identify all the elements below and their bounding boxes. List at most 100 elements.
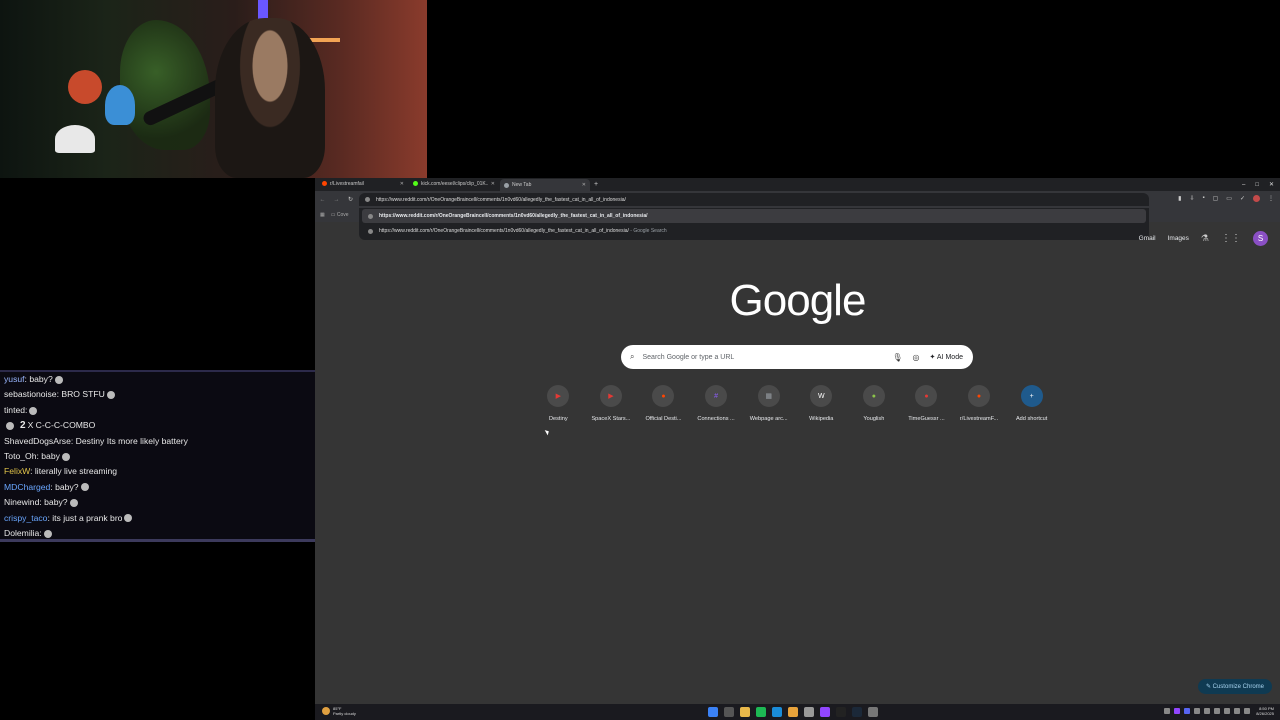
shortcut-label: Destiny bbox=[548, 416, 568, 422]
start-icon[interactable] bbox=[708, 707, 718, 717]
customize-chrome-button[interactable]: ✎ Customize Chrome bbox=[1197, 679, 1272, 694]
shortcut-tile[interactable]: ▦ Webpage arc... bbox=[742, 385, 795, 422]
tab-close-icon[interactable]: ✕ bbox=[582, 182, 586, 188]
chat-username[interactable]: sebastionoise bbox=[4, 389, 57, 399]
emote-icon bbox=[6, 421, 14, 430]
shortcut-favicon-icon: ● bbox=[652, 385, 675, 407]
chat-username[interactable]: FelixW bbox=[4, 466, 30, 476]
back-icon[interactable]: ← bbox=[319, 197, 326, 203]
shortcut-tile[interactable]: # Connections ... bbox=[690, 385, 743, 422]
tab-close-icon[interactable]: ✕ bbox=[400, 181, 404, 187]
tray-app-icon[interactable] bbox=[1174, 708, 1180, 714]
tray-chevron-icon[interactable] bbox=[1164, 708, 1170, 714]
search-box[interactable]: ⌕ Search Google or type a URL 🎙 ◎ ✦ AI M… bbox=[621, 345, 973, 369]
omnibox-suggestion[interactable]: https://www.reddit.com/r/OneOrangeBrainc… bbox=[362, 224, 1146, 238]
cast-icon[interactable]: ▭ bbox=[1226, 195, 1232, 202]
add-shortcut-button[interactable]: + Add shortcut bbox=[1005, 385, 1058, 422]
steam-icon[interactable] bbox=[852, 707, 862, 717]
edge-icon[interactable] bbox=[772, 707, 782, 717]
chat-username[interactable]: Dolemilia bbox=[4, 528, 39, 538]
notepad-icon[interactable] bbox=[868, 707, 878, 717]
bookmark-folder[interactable]: ▭ Cove bbox=[331, 212, 349, 218]
chat-text: : bbox=[39, 527, 42, 538]
clock[interactable]: 8:50 PM 8/26/2025 bbox=[1256, 706, 1274, 716]
site-info-icon[interactable] bbox=[365, 197, 370, 202]
chat-username[interactable]: ShavedDogsArse bbox=[4, 436, 71, 446]
download-icon[interactable]: ⇩ bbox=[1189, 195, 1194, 202]
tray-app-icon[interactable] bbox=[1224, 708, 1230, 714]
weather-widget[interactable]: 85°F Partly cloudy bbox=[322, 706, 356, 716]
minimize-button[interactable]: – bbox=[1242, 182, 1245, 188]
account-avatar[interactable]: S bbox=[1253, 231, 1268, 246]
menu-icon[interactable]: ⋮ bbox=[1268, 195, 1274, 202]
forward-icon[interactable]: → bbox=[333, 197, 340, 203]
shortcut-tile[interactable]: ▶ SpaceX Stars... bbox=[585, 385, 638, 422]
omnibox-suggestions: https://www.reddit.com/r/OneOrangeBrainc… bbox=[359, 208, 1149, 240]
shortcut-tile[interactable]: ▶ Destiny bbox=[532, 385, 585, 422]
omnibox-suggestion[interactable]: https://www.reddit.com/r/OneOrangeBrainc… bbox=[362, 209, 1146, 223]
browser-tab[interactable]: kick.com/eesel/clips/clip_01K... ✕ bbox=[409, 178, 499, 189]
chat-username[interactable]: Toto_Oh bbox=[4, 451, 37, 461]
chat-message: Dolemilia: bbox=[0, 526, 315, 541]
shortcuts-grid: ▶ Destiny ▶ SpaceX Stars... ● Official Desti.… bbox=[532, 385, 1058, 422]
app-icon[interactable] bbox=[804, 707, 814, 717]
file-explorer-icon[interactable] bbox=[740, 707, 750, 717]
tray-app-icon[interactable] bbox=[1194, 708, 1200, 714]
chat-username[interactable]: MDCharged bbox=[4, 482, 50, 492]
lens-icon[interactable]: ◎ bbox=[913, 353, 920, 362]
gmail-link[interactable]: Gmail bbox=[1139, 235, 1156, 242]
search-placeholder: Search Google or type a URL bbox=[642, 353, 735, 361]
chat-panel: yusuf: baby? sebastionoise: BRO STFU tinte… bbox=[0, 370, 315, 542]
shortcut-tile[interactable]: ● TimeGuessr ... bbox=[900, 385, 953, 422]
twitch-icon[interactable] bbox=[820, 707, 830, 717]
bookmark-icon[interactable]: ▮ bbox=[1178, 195, 1181, 202]
google-apps-icon[interactable]: ⋮⋮ bbox=[1221, 233, 1241, 244]
new-tab-button[interactable]: + bbox=[594, 181, 598, 188]
tray-discord-icon[interactable] bbox=[1184, 708, 1190, 714]
spotify-icon[interactable] bbox=[756, 707, 766, 717]
tray-app-icon[interactable] bbox=[1214, 708, 1220, 714]
chrome-icon[interactable] bbox=[788, 707, 798, 717]
images-link[interactable]: Images bbox=[1168, 235, 1189, 242]
extension-icon[interactable]: ▪ bbox=[1202, 195, 1204, 202]
shortcut-tile[interactable]: ● r/LivestreamF... bbox=[953, 385, 1006, 422]
combo-text: X C-C-C-COMBO bbox=[27, 420, 96, 431]
tray-volume-icon[interactable] bbox=[1244, 708, 1250, 714]
chat-text: : baby bbox=[36, 450, 60, 461]
sidepanel-icon[interactable]: ▢ bbox=[1213, 195, 1219, 202]
chat-username[interactable]: crispy_taco bbox=[4, 513, 47, 523]
shortcut-tile[interactable]: ● Youglish bbox=[848, 385, 901, 422]
maximize-button[interactable]: □ bbox=[1255, 182, 1259, 188]
labs-icon[interactable]: ⚗ bbox=[1201, 233, 1209, 244]
browser-tab[interactable]: r/Livestreamfail ✕ bbox=[318, 178, 408, 189]
tab-label: r/Livestreamfail bbox=[330, 180, 364, 187]
vpn-icon[interactable]: ✓ bbox=[1240, 195, 1245, 202]
plus-icon: + bbox=[1020, 385, 1043, 407]
tray-network-icon[interactable] bbox=[1234, 708, 1240, 714]
reload-icon[interactable]: ↻ bbox=[347, 196, 354, 203]
voice-search-icon[interactable]: 🎙 bbox=[892, 353, 902, 362]
tray-app-icon[interactable] bbox=[1204, 708, 1210, 714]
chat-text: : Destiny Its more likely battery bbox=[70, 435, 188, 446]
apps-grid-icon[interactable]: ▦ bbox=[320, 212, 325, 218]
shortcut-label: Youglish bbox=[863, 416, 885, 422]
shortcut-favicon-icon: ▦ bbox=[757, 385, 780, 407]
terminal-icon[interactable] bbox=[836, 707, 846, 717]
shortcut-tile[interactable]: W Wikipedia bbox=[795, 385, 848, 422]
ai-mode-button[interactable]: ✦ AI Mode bbox=[929, 353, 963, 361]
tab-close-icon[interactable]: ✕ bbox=[491, 181, 495, 187]
shortcut-tile[interactable]: ● Official Desti... bbox=[637, 385, 690, 422]
shortcut-label: TimeGuessr ... bbox=[908, 416, 945, 422]
chat-username[interactable]: tinted bbox=[4, 405, 25, 415]
chat-message: MDCharged: baby? bbox=[0, 480, 315, 495]
address-bar[interactable]: https://www.reddit.com/r/OneOrangeBrainc… bbox=[359, 193, 1149, 206]
chat-username[interactable]: Ninewind bbox=[4, 497, 39, 507]
profile-avatar-icon[interactable] bbox=[1253, 195, 1260, 202]
address-text: https://www.reddit.com/r/OneOrangeBrainc… bbox=[376, 196, 626, 203]
globe-icon bbox=[368, 213, 373, 219]
task-view-icon[interactable] bbox=[724, 707, 734, 717]
chat-message: tinted: bbox=[0, 403, 315, 418]
close-button[interactable]: ✕ bbox=[1269, 181, 1274, 188]
browser-tab[interactable]: New Tab ✕ bbox=[500, 179, 590, 191]
chat-username[interactable]: yusuf bbox=[4, 374, 25, 384]
